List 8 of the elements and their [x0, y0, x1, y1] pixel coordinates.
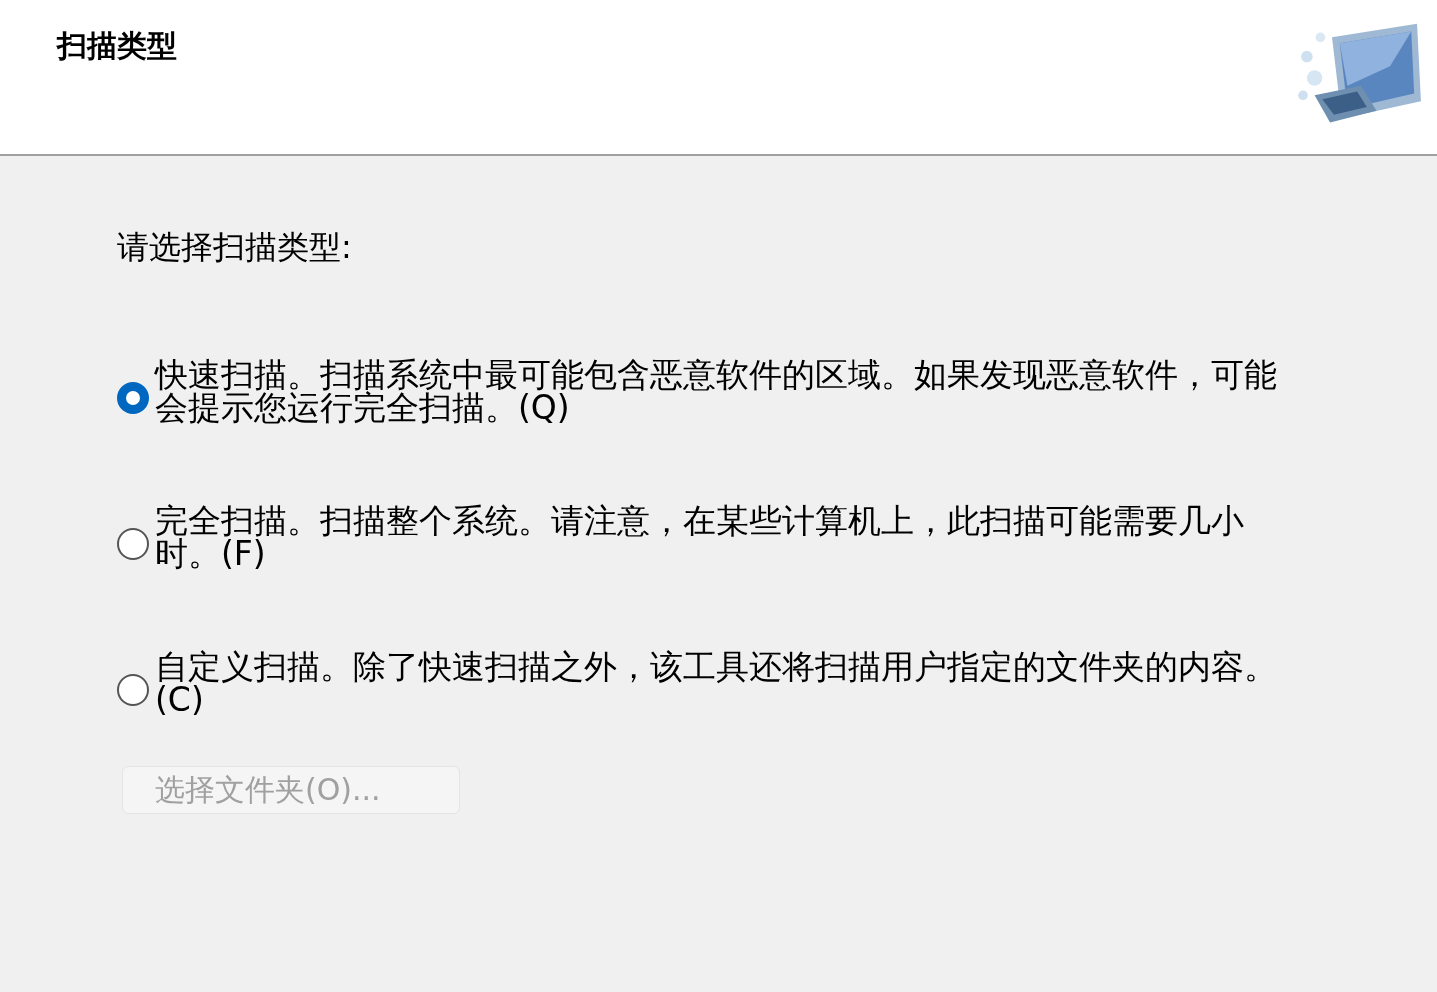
scan-option[interactable]: 快速扫描。扫描系统中最可能包含恶意软件的区域。如果发现恶意软件，可能会提示您运行完全扫描。(Q) — [117, 358, 1295, 424]
scan-option[interactable]: 自定义扫描。除了快速扫描之外，该工具还将扫描用户指定的文件夹的内容。(C) — [117, 650, 1295, 716]
radio-button[interactable] — [117, 674, 149, 706]
page-title: 扫描类型 — [57, 27, 177, 65]
scan-option[interactable]: 完全扫描。扫描整个系统。请注意，在某些计算机上，此扫描可能需要几小时。(F) — [117, 504, 1295, 570]
radio-button[interactable] — [117, 382, 149, 414]
radio-button[interactable] — [117, 528, 149, 560]
prompt-text: 请选择扫描类型: — [117, 227, 352, 268]
